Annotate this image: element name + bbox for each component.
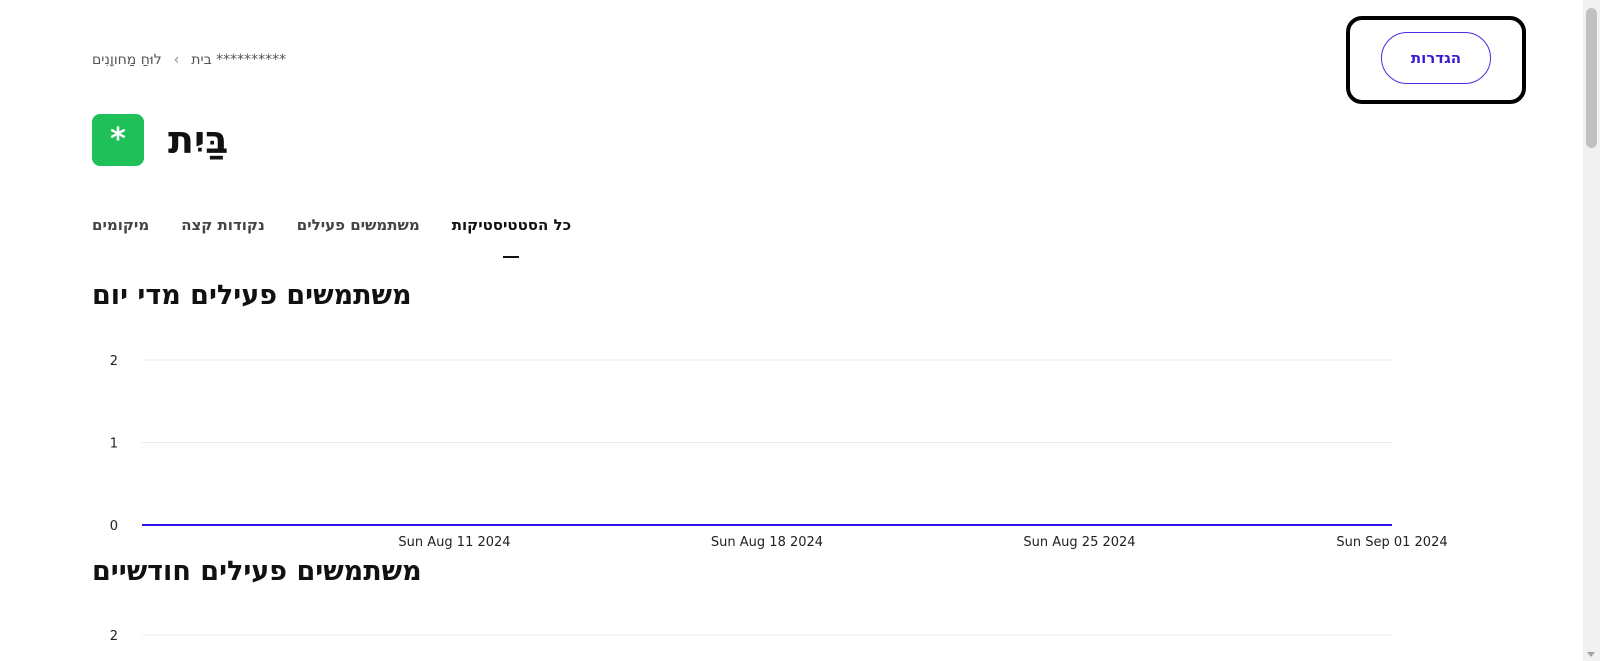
monthly-chart-svg: 2	[110, 629, 1392, 644]
x-tick-label: Sun Sep 01 2024	[1336, 535, 1447, 550]
monthly-active-users-chart: 2	[92, 620, 1472, 661]
breadcrumb-current: בית **********	[191, 52, 287, 68]
breadcrumb-dashboard-link[interactable]: לוּחַ מַחווָנִים	[92, 52, 162, 68]
tab-locations[interactable]: מיקומים	[92, 212, 149, 252]
y-tick-label: 2	[110, 354, 118, 369]
y-tick-label: 2	[110, 629, 118, 644]
settings-button[interactable]: הגדרות	[1381, 32, 1491, 84]
scrollbar-thumb[interactable]	[1586, 8, 1597, 148]
y-tick-label: 1	[110, 437, 118, 452]
x-tick-label: Sun Aug 18 2024	[711, 535, 823, 550]
tab-endpoints[interactable]: נקודות קצה	[181, 212, 265, 252]
tab-all-stats[interactable]: כל הסטטיסטיקות	[452, 212, 571, 252]
daily-active-users-title: משתמשים פעילים מדי יום	[92, 280, 412, 311]
main-content: בית ********** ‹ לוּחַ מַחווָנִים הגדרות…	[0, 0, 1568, 661]
daily-active-users-chart: 0 1 2 Sun Aug 11 2024 Sun Aug 18 2024 Sun Aug…	[92, 340, 1472, 560]
monthly-active-users-title: משתמשים פעילים חודשיים	[92, 556, 422, 587]
scroll-down-arrow-icon[interactable]	[1587, 652, 1595, 657]
stats-tabs: כל הסטטיסטיקות משתמשים פעילים נקודות קצה…	[92, 212, 571, 252]
page: בית ********** ‹ לוּחַ מַחווָנִים הגדרות…	[0, 0, 1600, 661]
daily-chart-svg: 0 1 2 Sun Aug 11 2024 Sun Aug 18 2024 Sun Aug…	[110, 354, 1448, 550]
x-tick-label: Sun Aug 25 2024	[1023, 535, 1135, 550]
tab-active-users[interactable]: משתמשים פעילים	[297, 212, 420, 252]
chevron-left-icon: ‹	[173, 52, 180, 68]
page-title: בַּיִת	[168, 118, 229, 162]
x-tick-label: Sun Aug 11 2024	[398, 535, 510, 550]
site-header: * בַּיִת	[92, 112, 228, 168]
site-avatar: *	[92, 114, 144, 166]
vertical-scrollbar[interactable]	[1583, 0, 1600, 661]
y-tick-label: 0	[110, 519, 118, 534]
breadcrumb: בית ********** ‹ לוּחַ מַחווָנִים	[92, 48, 312, 72]
